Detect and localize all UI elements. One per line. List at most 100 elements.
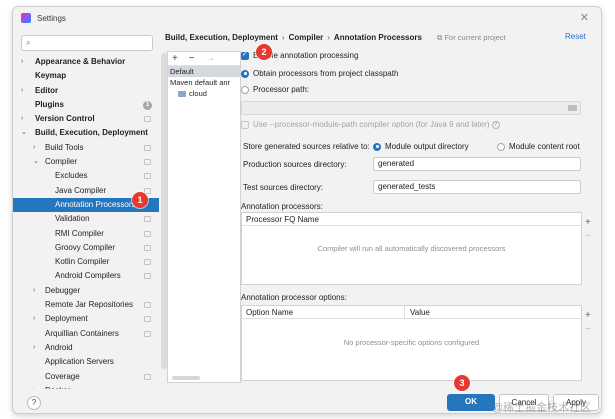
sidebar-item-appearance-behavior[interactable]: › Appearance & Behavior: [13, 55, 159, 69]
sidebar-item-android-compilers[interactable]: Android Compilers: [13, 269, 159, 283]
profile-default[interactable]: Default: [168, 66, 240, 77]
sidebar-item-validation[interactable]: Validation: [13, 212, 159, 226]
checkbox-unchecked-icon: [241, 120, 249, 129]
chevron-down-icon[interactable]: ⌄: [33, 155, 39, 169]
project-level-icon: [144, 316, 151, 323]
processor-path-radio[interactable]: Processor path:: [241, 85, 309, 94]
profile-module-cloud[interactable]: cloud: [168, 88, 240, 99]
sidebar-item-label: Deployment: [45, 314, 88, 324]
sidebar-item-remote-jar-repositories[interactable]: Remote Jar Repositories: [13, 298, 159, 312]
ok-button[interactable]: OK: [447, 394, 495, 411]
production-sources-input[interactable]: generated: [373, 157, 581, 171]
add-profile-icon[interactable]: +: [172, 53, 178, 64]
chevron-right-icon[interactable]: ›: [33, 141, 35, 155]
module-content-root-radio[interactable]: Module content root: [497, 142, 580, 151]
sidebar-item-version-control[interactable]: › Version Control: [13, 112, 159, 126]
move-to-profile-icon[interactable]: →: [205, 53, 215, 64]
remove-processor-icon[interactable]: −: [585, 230, 591, 244]
project-level-icon: [144, 273, 151, 280]
options-tools: + −: [585, 309, 591, 337]
sidebar-item-arquillian-containers[interactable]: Arquillian Containers: [13, 327, 159, 341]
option-value-column[interactable]: Value: [406, 306, 430, 319]
help-button[interactable]: ?: [27, 396, 41, 410]
add-option-icon[interactable]: +: [585, 309, 591, 323]
sidebar-item-build-tools[interactable]: › Build Tools: [13, 141, 159, 155]
add-processor-icon[interactable]: +: [585, 216, 591, 230]
sidebar-item-label: Build Tools: [45, 142, 84, 152]
sidebar-item-keymap[interactable]: Keymap: [13, 69, 159, 83]
chevron-right-icon[interactable]: ›: [33, 384, 35, 389]
sidebar-item-debugger[interactable]: › Debugger: [13, 284, 159, 298]
search-input[interactable]: [38, 37, 148, 49]
sidebar-item-application-servers[interactable]: Application Servers: [13, 355, 159, 369]
sidebar-item-android[interactable]: › Android: [13, 341, 159, 355]
sidebar-item-excludes[interactable]: Excludes: [13, 169, 159, 183]
processor-fq-name-column[interactable]: Processor FQ Name: [242, 213, 319, 226]
browse-folder-icon[interactable]: [568, 105, 577, 111]
breadcrumb: Build, Execution, Deployment › Compiler › An…: [165, 33, 422, 42]
module-output-radio[interactable]: Module output directory: [373, 142, 469, 151]
close-icon[interactable]: ✕: [580, 11, 589, 24]
chevron-right-icon[interactable]: ›: [33, 312, 35, 326]
test-sources-input[interactable]: generated_tests: [373, 180, 581, 194]
processor-options-table[interactable]: Option Name Value No processor-specific …: [241, 305, 582, 381]
reset-link[interactable]: Reset: [565, 32, 586, 41]
processor-path-field[interactable]: [241, 101, 581, 115]
profile-maven-default[interactable]: Maven default anr: [168, 77, 240, 88]
options-table-header: Option Name Value: [242, 306, 581, 319]
help-question-icon[interactable]: ?: [491, 120, 500, 129]
project-level-icon: [144, 144, 151, 151]
title-bar: Settings ✕: [13, 7, 601, 29]
step-badge-2: 2: [256, 44, 272, 60]
settings-search[interactable]: ⌕: [21, 35, 153, 51]
chevron-right-icon[interactable]: ›: [33, 284, 35, 298]
sidebar-item-deployment[interactable]: › Deployment: [13, 312, 159, 326]
radio-unselected-icon: [241, 85, 249, 94]
obtain-from-classpath-radio[interactable]: Obtain processors from project classpath: [241, 69, 398, 78]
sidebar-item-plugins[interactable]: Plugins 1: [13, 98, 159, 112]
test-sources-label: Test sources directory:: [243, 183, 324, 192]
sidebar-item-label: Excludes: [55, 171, 88, 181]
sidebar-item-label: Android Compilers: [55, 271, 121, 281]
project-level-icon: [144, 216, 151, 223]
sidebar-item-coverage[interactable]: Coverage: [13, 370, 159, 384]
module-path-option-checkbox[interactable]: Use --processor-module-path compiler opt…: [241, 120, 500, 129]
sidebar-item-groovy-compiler[interactable]: Groovy Compiler: [13, 241, 159, 255]
settings-sidebar: ⌕ › Appearance & Behavior Keymap › Editor Plu…: [13, 29, 159, 389]
remove-option-icon[interactable]: −: [585, 323, 591, 337]
module-output-label: Module output directory: [385, 142, 469, 151]
sidebar-item-label: Arquillian Containers: [45, 328, 119, 338]
sidebar-item-label: Plugins: [35, 99, 64, 109]
option-name-column[interactable]: Option Name: [242, 306, 293, 319]
chevron-right-icon[interactable]: ›: [21, 84, 23, 98]
processors-empty-message: Compiler will run all automatically disc…: [317, 244, 506, 253]
remove-profile-icon[interactable]: −: [189, 53, 195, 64]
chevron-down-icon[interactable]: ⌄: [21, 126, 27, 140]
sidebar-item-rmi-compiler[interactable]: RMI Compiler: [13, 227, 159, 241]
sidebar-item-label: Kotlin Compiler: [55, 257, 110, 267]
sidebar-item-build-execution-deployment[interactable]: ⌄ Build, Execution, Deployment: [13, 126, 159, 140]
project-level-icon: [144, 373, 151, 380]
project-level-icon: [144, 259, 151, 266]
chevron-right-icon[interactable]: ›: [21, 55, 23, 69]
step-badge-1: 1: [132, 192, 148, 208]
processor-options-label: Annotation processor options:: [241, 293, 347, 302]
breadcrumb-item: Compiler: [288, 33, 324, 42]
chevron-right-icon[interactable]: ›: [21, 112, 23, 126]
project-level-icon: [144, 302, 151, 309]
project-level-icon: [144, 116, 151, 123]
sidebar-item-label: Coverage: [45, 371, 80, 381]
module-label: cloud: [189, 89, 207, 98]
sidebar-item-editor[interactable]: › Editor: [13, 84, 159, 98]
sidebar-item-compiler[interactable]: ⌄ Compiler: [13, 155, 159, 169]
chevron-right-icon[interactable]: ›: [33, 341, 35, 355]
annotation-processors-table[interactable]: Processor FQ Name Compiler will run all …: [241, 212, 582, 285]
sidebar-item-kotlin-compiler[interactable]: Kotlin Compiler: [13, 255, 159, 269]
radio-selected-icon: [241, 69, 249, 78]
project-level-icon: [144, 173, 151, 180]
breadcrumb-separator: ›: [327, 33, 330, 42]
sidebar-item-docker[interactable]: › Docker: [13, 384, 159, 389]
watermark: @稀土掘金技术社区: [492, 402, 592, 414]
profiles-horizontal-scrollbar[interactable]: [172, 376, 200, 380]
sidebar-item-label: Debugger: [45, 285, 81, 295]
